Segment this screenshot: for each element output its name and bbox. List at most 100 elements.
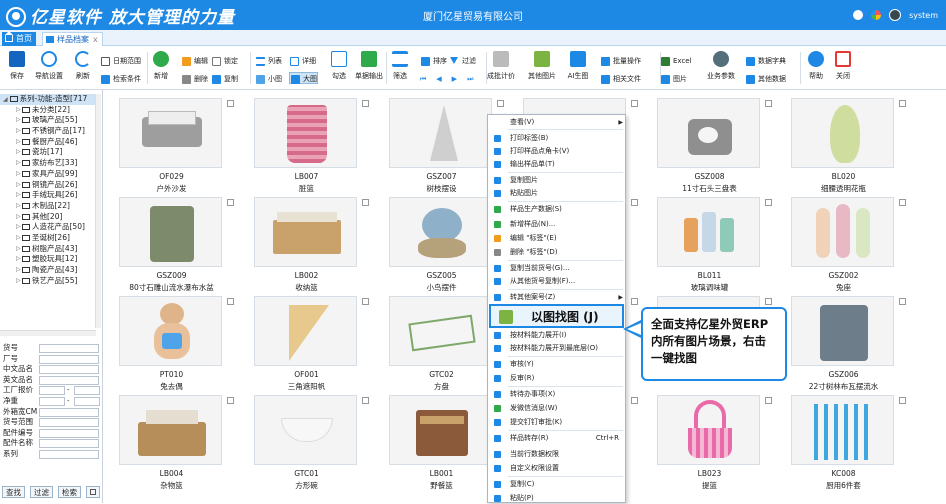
lock-checkbox[interactable]: 锁定 bbox=[211, 55, 238, 67]
expand-icon[interactable]: ▷ bbox=[16, 147, 21, 158]
menu-item[interactable]: 按材料能力展开到最底层(O) bbox=[488, 343, 627, 354]
tab-sample-archive[interactable]: 样品档案 x bbox=[42, 32, 103, 46]
field-input[interactable] bbox=[39, 428, 99, 438]
product-checkbox[interactable] bbox=[362, 199, 369, 206]
menu-item[interactable]: 打印标签(B) bbox=[488, 133, 627, 144]
tree-item[interactable]: ▷ 圣诞树[26] bbox=[0, 233, 100, 244]
product-image[interactable] bbox=[657, 98, 760, 168]
other-images-button[interactable]: 其他图片 bbox=[525, 50, 559, 81]
product-card[interactable]: GSZ009 80寸石雕山流水瀑布水盆 bbox=[105, 193, 238, 292]
tree-item[interactable]: ▷ 陶瓷产品[43] bbox=[0, 265, 100, 276]
tree-vertical-scrollbar[interactable] bbox=[95, 94, 101, 328]
expand-icon[interactable]: ▷ bbox=[16, 137, 21, 148]
product-image[interactable] bbox=[119, 296, 222, 366]
menu-item[interactable]: 提交钉钉审批(K) bbox=[488, 417, 627, 428]
menu-item[interactable]: 样品生产数据(S) bbox=[488, 204, 627, 215]
batch-ops-button[interactable]: 批量操作 bbox=[600, 55, 641, 67]
tree-item[interactable]: ▷ 家纺布艺[33] bbox=[0, 158, 100, 169]
product-image[interactable] bbox=[119, 395, 222, 465]
menu-item[interactable]: 复制当前货号(G)... bbox=[488, 263, 627, 274]
product-image[interactable] bbox=[389, 296, 492, 366]
tree-item[interactable]: ▷ 树脂产品[43] bbox=[0, 244, 100, 255]
menu-item[interactable]: 复制图片 bbox=[488, 175, 627, 186]
product-card[interactable]: LB007 脏篮 bbox=[240, 94, 373, 193]
product-checkbox[interactable] bbox=[227, 100, 234, 107]
field-input[interactable] bbox=[39, 418, 99, 428]
field-input-from[interactable] bbox=[39, 396, 65, 406]
menu-item[interactable]: 粘贴图片 bbox=[488, 188, 627, 199]
menu-item[interactable]: 新增样品(N)... bbox=[488, 219, 627, 230]
check-button[interactable]: 勾选 bbox=[322, 50, 356, 81]
filter-apply-button[interactable]: 过滤 bbox=[30, 486, 53, 498]
retrieve-button[interactable]: 检索 bbox=[58, 486, 81, 498]
product-card[interactable]: LB002 收纳篮 bbox=[240, 193, 373, 292]
product-checkbox[interactable] bbox=[362, 298, 369, 305]
product-image[interactable] bbox=[119, 98, 222, 168]
detail-view-button[interactable]: 详细 bbox=[289, 55, 316, 67]
product-checkbox[interactable] bbox=[765, 199, 772, 206]
product-checkbox[interactable] bbox=[765, 100, 772, 107]
menu-item[interactable]: 自定义权限设置 bbox=[488, 463, 627, 474]
expand-icon[interactable]: ▷ bbox=[16, 158, 21, 169]
edit-button[interactable]: 编辑 bbox=[181, 55, 208, 67]
export-sheet-button[interactable]: 单据输出 bbox=[352, 50, 386, 81]
expand-icon[interactable]: ▷ bbox=[16, 115, 21, 126]
product-card[interactable]: GSZ008 11寸石头三盘表 bbox=[643, 94, 776, 193]
field-input[interactable] bbox=[39, 365, 99, 375]
tree-item[interactable]: ▷ 家具产品[99] bbox=[0, 169, 100, 180]
menu-item-image-search[interactable]: 以图找图 (J) bbox=[489, 304, 624, 328]
tree-item[interactable]: ▷ 餐厨产品[46] bbox=[0, 137, 100, 148]
menu-item[interactable]: 从其他货号复制(F)... bbox=[488, 276, 627, 287]
field-input[interactable] bbox=[39, 439, 99, 449]
pager-controls[interactable]: ⏮◀▶⏭ bbox=[420, 73, 483, 85]
menu-item[interactable]: 打印样品点角卡(V) bbox=[488, 146, 627, 157]
expand-icon[interactable]: ▷ bbox=[16, 212, 21, 223]
product-checkbox[interactable] bbox=[899, 199, 906, 206]
tree-item[interactable]: ▷ 不锈钢产品[17] bbox=[0, 126, 100, 137]
date-range-button[interactable]: 日期范围 bbox=[100, 55, 141, 67]
product-card[interactable]: GTC01 方形碗 bbox=[240, 391, 373, 490]
tree-item[interactable]: ▷ 木制品[22] bbox=[0, 201, 100, 212]
product-card[interactable]: PT010 兔去偶 bbox=[105, 292, 238, 391]
product-card[interactable]: GSZ006 22寸树林布瓦摆流水 bbox=[777, 292, 910, 391]
product-checkbox[interactable] bbox=[362, 397, 369, 404]
list-view-button[interactable]: 列表 bbox=[255, 55, 282, 67]
related-files-button[interactable]: 相关文件 bbox=[600, 73, 641, 85]
product-card[interactable]: OF029 户外沙发 bbox=[105, 94, 238, 193]
menu-item[interactable]: 编辑 "标签"(E) bbox=[488, 233, 627, 244]
excel-button[interactable]: Excel bbox=[660, 55, 692, 67]
product-card[interactable]: BL020 细腰透明花瓶 bbox=[777, 94, 910, 193]
field-input[interactable] bbox=[39, 407, 99, 417]
expand-icon[interactable]: ▷ bbox=[16, 244, 21, 255]
expand-icon[interactable]: ▷ bbox=[16, 180, 21, 191]
tree-item[interactable]: ▷ 手绒玩具[26] bbox=[0, 190, 100, 201]
expand-icon[interactable]: ▷ bbox=[16, 265, 21, 276]
product-checkbox[interactable] bbox=[497, 100, 504, 107]
product-checkbox[interactable] bbox=[631, 298, 638, 305]
field-input[interactable] bbox=[39, 449, 99, 459]
product-image[interactable] bbox=[791, 98, 894, 168]
product-card[interactable]: BL011 玻璃调味罐 bbox=[643, 193, 776, 292]
tree-item[interactable]: ▷ 铁艺产品[55] bbox=[0, 276, 100, 287]
tree-item[interactable]: ▷ 铜镜产品[26] bbox=[0, 180, 100, 191]
collapse-icon[interactable]: ◢ bbox=[3, 96, 8, 103]
product-image[interactable] bbox=[389, 197, 492, 267]
close-button[interactable]: 关闭 bbox=[826, 50, 860, 81]
data-dict-button[interactable]: 数据字典 bbox=[745, 55, 786, 67]
find-button[interactable]: 查找 bbox=[2, 486, 25, 498]
expand-icon[interactable]: ▷ bbox=[16, 105, 21, 116]
product-image[interactable] bbox=[119, 197, 222, 267]
tree-item[interactable]: ▷ 未分类[22] bbox=[0, 105, 100, 116]
product-checkbox[interactable] bbox=[227, 298, 234, 305]
menu-item[interactable]: 反审(R) bbox=[488, 373, 627, 384]
menu-item[interactable]: 输出样品单(T) bbox=[488, 159, 627, 170]
product-image[interactable] bbox=[254, 98, 357, 168]
product-image[interactable] bbox=[657, 197, 760, 267]
nav-settings-button[interactable]: 导航设置 bbox=[32, 50, 66, 81]
product-checkbox[interactable] bbox=[631, 100, 638, 107]
theme-toggle-icon[interactable] bbox=[853, 10, 864, 20]
tab-close-icon[interactable]: x bbox=[93, 35, 98, 44]
menu-item[interactable]: 复制(C) bbox=[488, 479, 627, 490]
search-condition-button[interactable]: 检索条件 bbox=[100, 73, 141, 85]
product-card[interactable]: GSZ002 兔座 bbox=[777, 193, 910, 292]
